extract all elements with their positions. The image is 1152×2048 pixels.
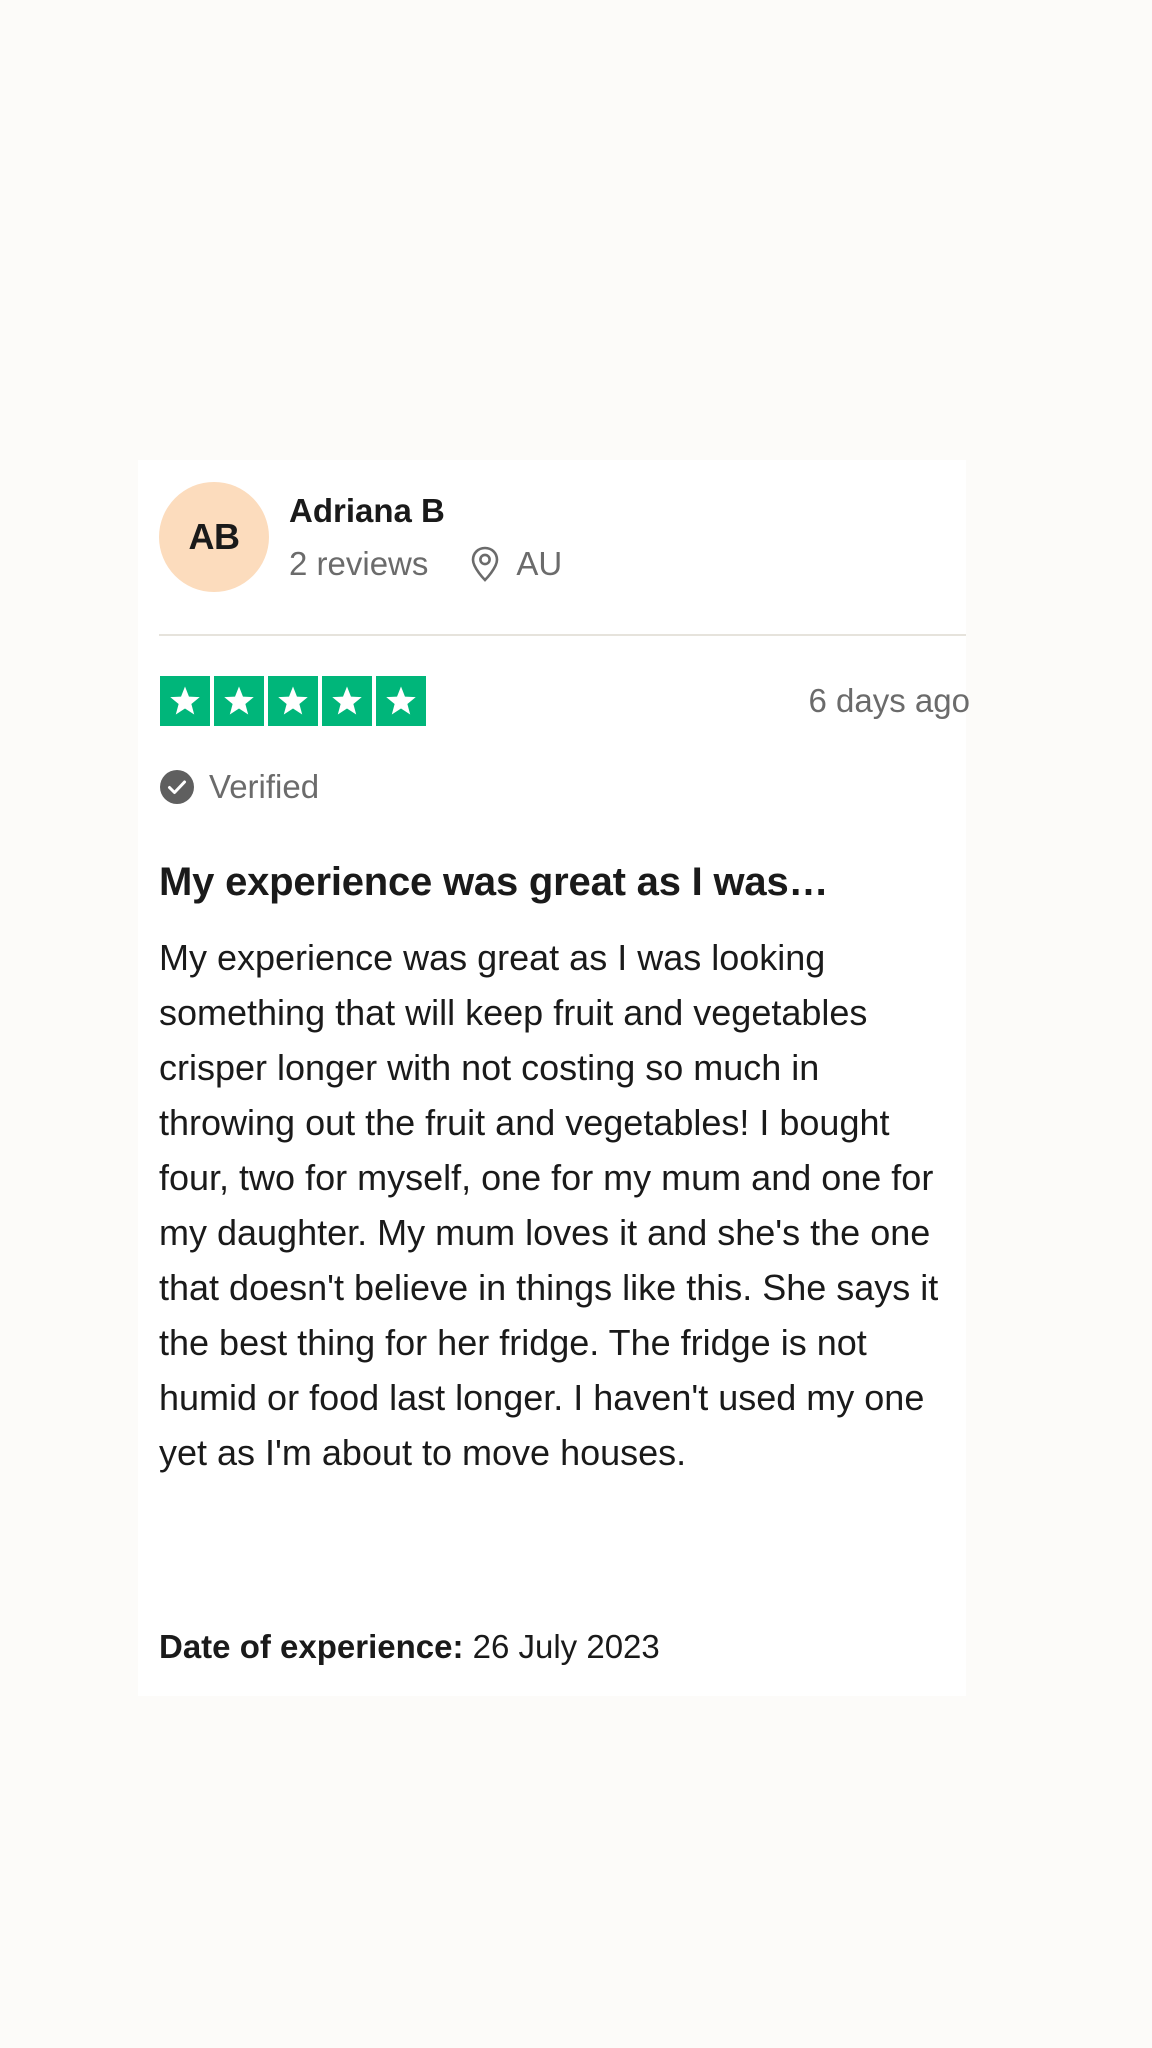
reviewer-meta: 2 reviews AU [289,542,562,586]
review-count: 2 reviews [289,545,429,582]
star-icon [376,676,426,726]
avatar[interactable]: AB [159,482,269,592]
review-posted-date: 6 days ago [808,682,970,719]
reviewer-name[interactable]: Adriana B [289,492,445,530]
verified-label: Verified [209,768,320,805]
experience-label: Date of experience: [159,1628,464,1665]
check-circle-icon [160,770,194,804]
avatar-initials: AB [188,516,241,557]
reviewer-country: AU [516,545,563,582]
star-icon [322,676,372,726]
location-pin-icon [470,546,500,582]
reviewer-header: AB Adriana B 2 reviews AU [159,482,966,594]
date-of-experience: Date of experience: 26 July 2023 [159,1628,660,1666]
star-icon [214,676,264,726]
review-title[interactable]: My experience was great as I was… [159,860,959,905]
star-rating [160,676,426,726]
star-icon [268,676,318,726]
review-body: My experience was great as I was looking… [159,937,939,1473]
star-icon [160,676,210,726]
experience-date: 26 July 2023 [472,1628,660,1665]
review-card: AB Adriana B 2 reviews AU 6 days ago Ver… [138,460,970,1696]
verified-badge[interactable]: Verified [159,768,319,806]
header-divider [159,634,966,636]
